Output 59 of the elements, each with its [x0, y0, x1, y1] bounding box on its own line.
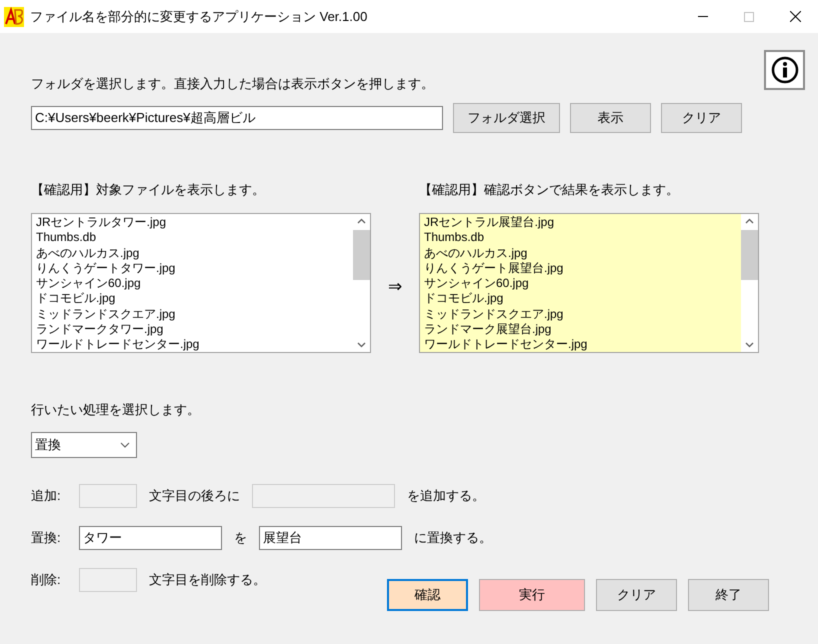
source-file-list[interactable]: JRセントラルタワー.jpg Thumbs.db あべのハルカス.jpg りんくうゲートタワー.jpg サンシャイン60.jpg ドコモビル.jpg ミッドランドスクエア.jpg ランドマークタワー.jpg ワールドトレードセンター.jpg — [31, 213, 371, 353]
window-title: ファイル名を部分的に変更するアプリケーション Ver.1.00 — [30, 8, 368, 26]
file-name[interactable]: りんくうゲート展望台.jpg — [424, 260, 564, 276]
row-text: を追加する。 — [407, 486, 485, 505]
file-name[interactable]: ミッドランドスクエア.jpg — [424, 306, 564, 322]
file-name[interactable]: ドコモビル.jpg — [36, 291, 116, 307]
result-list-label: 【確認用】確認ボタンで結果を表示します。 — [419, 180, 679, 198]
file-name[interactable]: りんくうゲートタワー.jpg — [36, 260, 176, 276]
action-button[interactable]: 実行 — [479, 578, 585, 610]
row-label: 削除: — [31, 570, 62, 589]
minimize-icon — [698, 16, 708, 17]
maximize-icon — [744, 12, 754, 22]
action-button[interactable]: クリア — [596, 578, 677, 610]
folder-button[interactable]: 表示 — [570, 102, 651, 132]
action-button[interactable]: 終了 — [688, 578, 769, 610]
operation-label: 行いたい処理を選択します。 — [31, 401, 200, 419]
file-name[interactable]: ランドマークタワー.jpg — [36, 322, 164, 338]
folder-button[interactable]: フォルダ選択 — [453, 102, 560, 132]
row-text: 文字目の後ろに — [149, 486, 240, 505]
source-list-label: 【確認用】対象ファイルを表示します。 — [31, 180, 265, 198]
file-name[interactable]: ワールドトレードセンター.jpg — [424, 337, 588, 352]
folder-button[interactable]: クリア — [661, 102, 742, 132]
info-icon — [770, 56, 798, 84]
file-name[interactable]: ミッドランドスクエア.jpg — [36, 306, 176, 322]
file-name[interactable]: JRセントラル展望台.jpg — [424, 215, 554, 230]
file-name[interactable]: JRセントラルタワー.jpg — [36, 215, 166, 230]
result-file-list[interactable]: JRセントラル展望台.jpg Thumbs.db あべのハルカス.jpg りんくうゲート展望台.jpg サンシャイン60.jpg ドコモビル.jpg ミッドランドスクエア.jpg ランドマーク展望台.jpg ワールドトレードセンター.jpg — [419, 213, 759, 353]
scroll-down-icon[interactable] — [745, 342, 754, 348]
row-text: 文字目を削除する。 — [149, 570, 266, 589]
arrow-symbol: ⇒ — [388, 276, 402, 298]
operation-dropdown[interactable]: 置換 — [31, 432, 137, 458]
row-text: を — [234, 528, 247, 547]
folder-path-field[interactable]: C:¥Users¥beerk¥Pictures¥超高層ビル — [31, 106, 443, 130]
row-label: 追加: — [31, 486, 62, 505]
text-field[interactable]: タワー — [79, 526, 222, 550]
scroll-thumb[interactable] — [353, 230, 370, 280]
file-name[interactable]: Thumbs.db — [424, 230, 484, 246]
file-name[interactable]: あべのハルカス.jpg — [424, 246, 528, 261]
file-name[interactable]: サンシャイン60.jpg — [36, 276, 141, 292]
file-name[interactable]: ワールドトレードセンター.jpg — [36, 337, 200, 352]
close-icon — [790, 11, 800, 22]
file-name[interactable]: ドコモビル.jpg — [424, 291, 504, 307]
chevron-down-icon — [120, 442, 130, 448]
text-field[interactable]: 展望台 — [259, 526, 402, 550]
file-name[interactable]: あべのハルカス.jpg — [36, 246, 140, 261]
folder-instruction: フォルダを選択します。直接入力した場合は表示ボタンを押します。 — [31, 75, 434, 93]
scroll-up-icon[interactable] — [745, 218, 754, 224]
scrollbar[interactable] — [741, 214, 758, 352]
row-text: に置換する。 — [414, 528, 492, 547]
scroll-down-icon[interactable] — [357, 342, 366, 348]
scroll-thumb[interactable] — [741, 230, 758, 280]
scroll-up-icon[interactable] — [357, 218, 366, 224]
info-button[interactable] — [764, 50, 805, 90]
action-button[interactable]: 確認 — [387, 578, 468, 610]
file-name[interactable]: Thumbs.db — [36, 230, 96, 246]
file-name[interactable]: サンシャイン60.jpg — [424, 276, 529, 292]
row-label: 置換: — [31, 528, 62, 547]
file-name[interactable]: ランドマーク展望台.jpg — [424, 322, 552, 338]
app-logo-icon — [4, 6, 24, 26]
